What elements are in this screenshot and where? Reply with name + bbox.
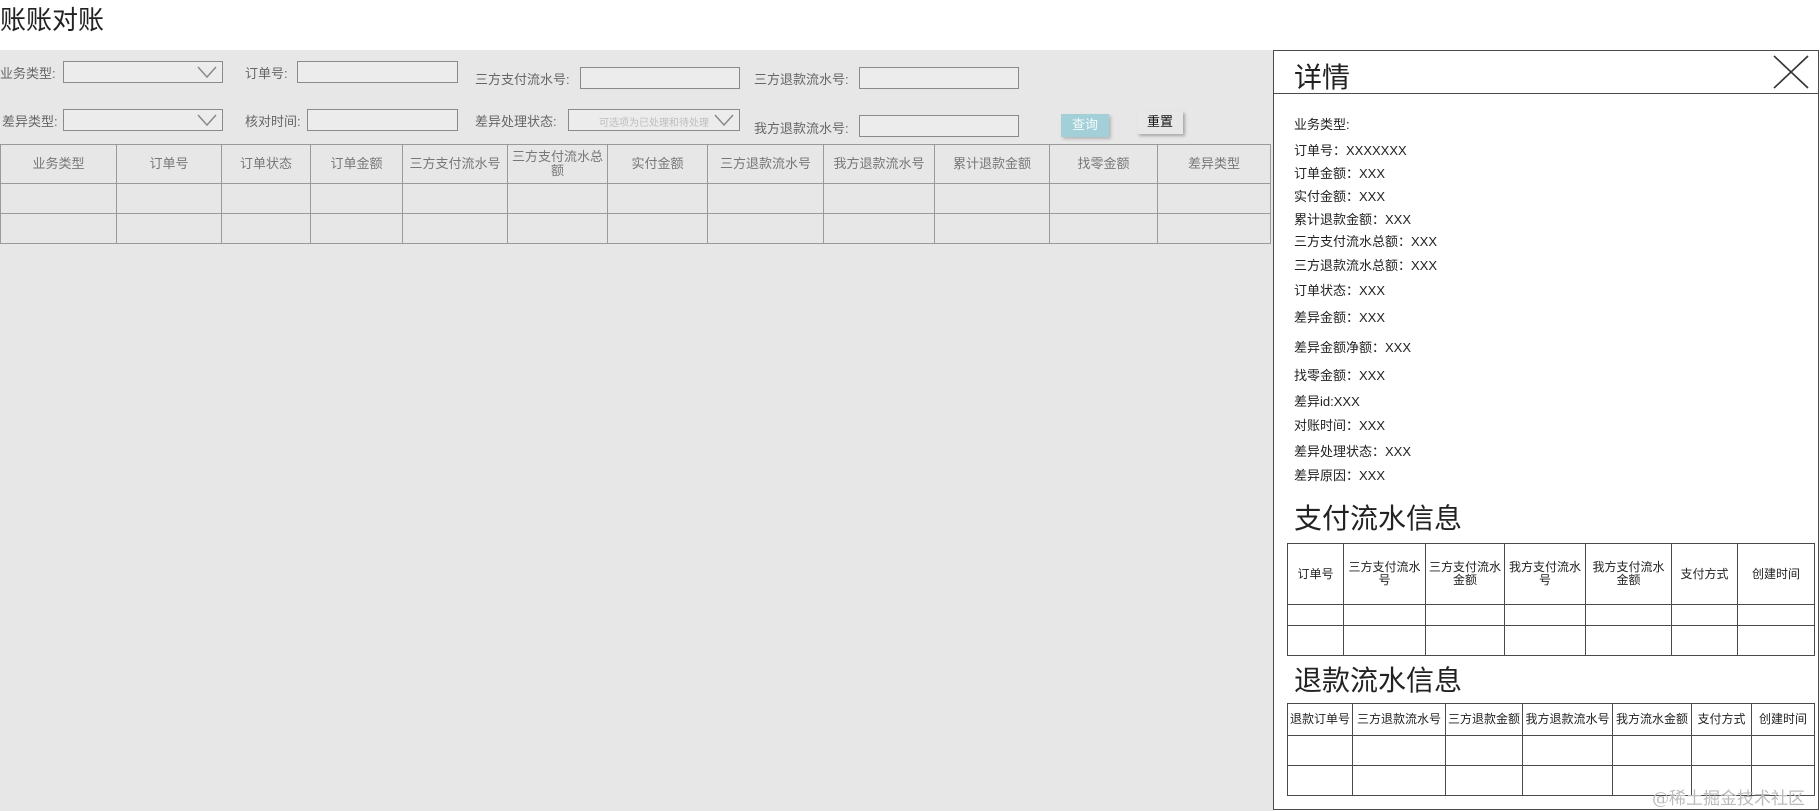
order-no-input[interactable] <box>297 61 458 83</box>
query-button[interactable]: 查询 <box>1061 114 1109 137</box>
refund-table: 退款订单号 三方退款流水号 三方退款金额 我方退款流水号 我方流水金额 支付方式… <box>1287 703 1815 796</box>
detail-field: 三方退款流水总额：XXX <box>1294 258 1438 273</box>
check-time-label: 核对时间: <box>245 114 301 129</box>
business-type-label: 业务类型: <box>0 66 56 81</box>
diff-status-placeholder: 可选项为已处理和待处理 <box>599 118 709 129</box>
col-header: 三方支付流水总额 <box>507 144 608 184</box>
diff-status-label: 差异处理状态: <box>475 114 557 129</box>
table-row[interactable] <box>1287 625 1815 656</box>
col-header: 我方支付流水号 <box>1504 543 1586 605</box>
col-header: 我方支付流水金额 <box>1585 543 1672 605</box>
pay-table: 订单号 三方支付流水号 三方支付流水金额 我方支付流水号 我方支付流水金额 支付… <box>1287 543 1815 656</box>
detail-field: 订单金额：XXX <box>1294 166 1386 181</box>
our-refund-no-label: 我方退款流水号: <box>754 121 849 136</box>
col-header: 业务类型 <box>0 144 117 184</box>
detail-field: 找零金额：XXX <box>1294 368 1386 383</box>
table-row[interactable] <box>1287 735 1815 766</box>
diff-status-select[interactable]: 可选项为已处理和待处理 <box>568 109 740 131</box>
col-header: 实付金额 <box>607 144 708 184</box>
third-pay-no-input[interactable] <box>580 67 740 89</box>
main-table-header-row: 业务类型 订单号 订单状态 订单金额 三方支付流水号 三方支付流水总额 实付金额… <box>0 144 1271 184</box>
detail-title: 详情 <box>1294 62 1351 93</box>
col-header: 三方退款流水号 <box>707 144 824 184</box>
detail-field: 差异处理状态：XXX <box>1294 444 1412 459</box>
detail-divider <box>1273 93 1819 94</box>
order-no-label: 订单号: <box>245 66 288 81</box>
col-header: 订单号 <box>1287 543 1344 605</box>
detail-field: 差异金额净额：XXX <box>1294 340 1412 355</box>
main-table: 业务类型 订单号 订单状态 订单金额 三方支付流水号 三方支付流水总额 实付金额… <box>0 144 1271 244</box>
detail-field: 实付金额：XXX <box>1294 189 1386 204</box>
col-header: 三方支付流水金额 <box>1425 543 1505 605</box>
col-header: 创建时间 <box>1751 703 1815 736</box>
col-header: 三方支付流水号 <box>1343 543 1426 605</box>
detail-field: 订单状态：XXX <box>1294 283 1386 298</box>
col-header: 我方退款流水号 <box>1522 703 1613 736</box>
detail-field: 差异原因：XXX <box>1294 468 1386 483</box>
col-header: 退款订单号 <box>1287 703 1353 736</box>
refund-table-header-row: 退款订单号 三方退款流水号 三方退款金额 我方退款流水号 我方流水金额 支付方式… <box>1287 703 1815 736</box>
business-type-select[interactable] <box>63 61 223 83</box>
detail-field: 对账时间：XXX <box>1294 418 1386 433</box>
diff-type-label: 差异类型: <box>2 114 58 129</box>
page-title: 账账对账 <box>0 5 105 35</box>
col-header: 订单状态 <box>221 144 311 184</box>
col-header: 找零金额 <box>1049 144 1158 184</box>
table-row[interactable] <box>0 213 1271 244</box>
refund-section-title: 退款流水信息 <box>1294 665 1463 696</box>
col-header: 我方退款流水号 <box>823 144 935 184</box>
col-header: 创建时间 <box>1737 543 1815 605</box>
table-row[interactable] <box>0 183 1271 214</box>
watermark: @稀土掘金技术社区 <box>1652 789 1805 809</box>
col-header: 支付方式 <box>1691 703 1752 736</box>
col-header: 三方退款流水号 <box>1352 703 1446 736</box>
chevron-down-icon <box>714 114 734 127</box>
check-time-input[interactable] <box>307 109 458 131</box>
table-row[interactable] <box>1287 604 1815 626</box>
chevron-down-icon <box>197 114 217 127</box>
col-header: 差异类型 <box>1157 144 1271 184</box>
our-refund-no-input[interactable] <box>859 115 1019 137</box>
detail-field: 差异金额：XXX <box>1294 310 1386 325</box>
detail-field: 订单号：XXXXXXX <box>1294 143 1407 158</box>
col-header: 累计退款金额 <box>934 144 1050 184</box>
third-refund-no-input[interactable] <box>859 67 1019 89</box>
pay-table-header-row: 订单号 三方支付流水号 三方支付流水金额 我方支付流水号 我方支付流水金额 支付… <box>1287 543 1815 605</box>
detail-field: 差异id:XXX <box>1294 394 1360 409</box>
col-header: 订单号 <box>116 144 222 184</box>
third-refund-no-label: 三方退款流水号: <box>754 72 849 87</box>
col-header: 三方退款金额 <box>1445 703 1523 736</box>
detail-field: 三方支付流水总额：XXX <box>1294 234 1438 249</box>
pay-section-title: 支付流水信息 <box>1294 503 1463 534</box>
diff-type-select[interactable] <box>63 109 223 131</box>
col-header: 订单金额 <box>310 144 403 184</box>
col-header: 支付方式 <box>1671 543 1738 605</box>
chevron-down-icon <box>197 66 217 79</box>
close-icon[interactable] <box>1772 54 1810 90</box>
detail-field: 业务类型: <box>1294 117 1350 132</box>
col-header: 三方支付流水号 <box>402 144 508 184</box>
reset-button[interactable]: 重置 <box>1137 111 1183 134</box>
detail-field: 累计退款金额：XXX <box>1294 212 1412 227</box>
col-header: 我方流水金额 <box>1612 703 1692 736</box>
third-pay-no-label: 三方支付流水号: <box>475 72 570 87</box>
